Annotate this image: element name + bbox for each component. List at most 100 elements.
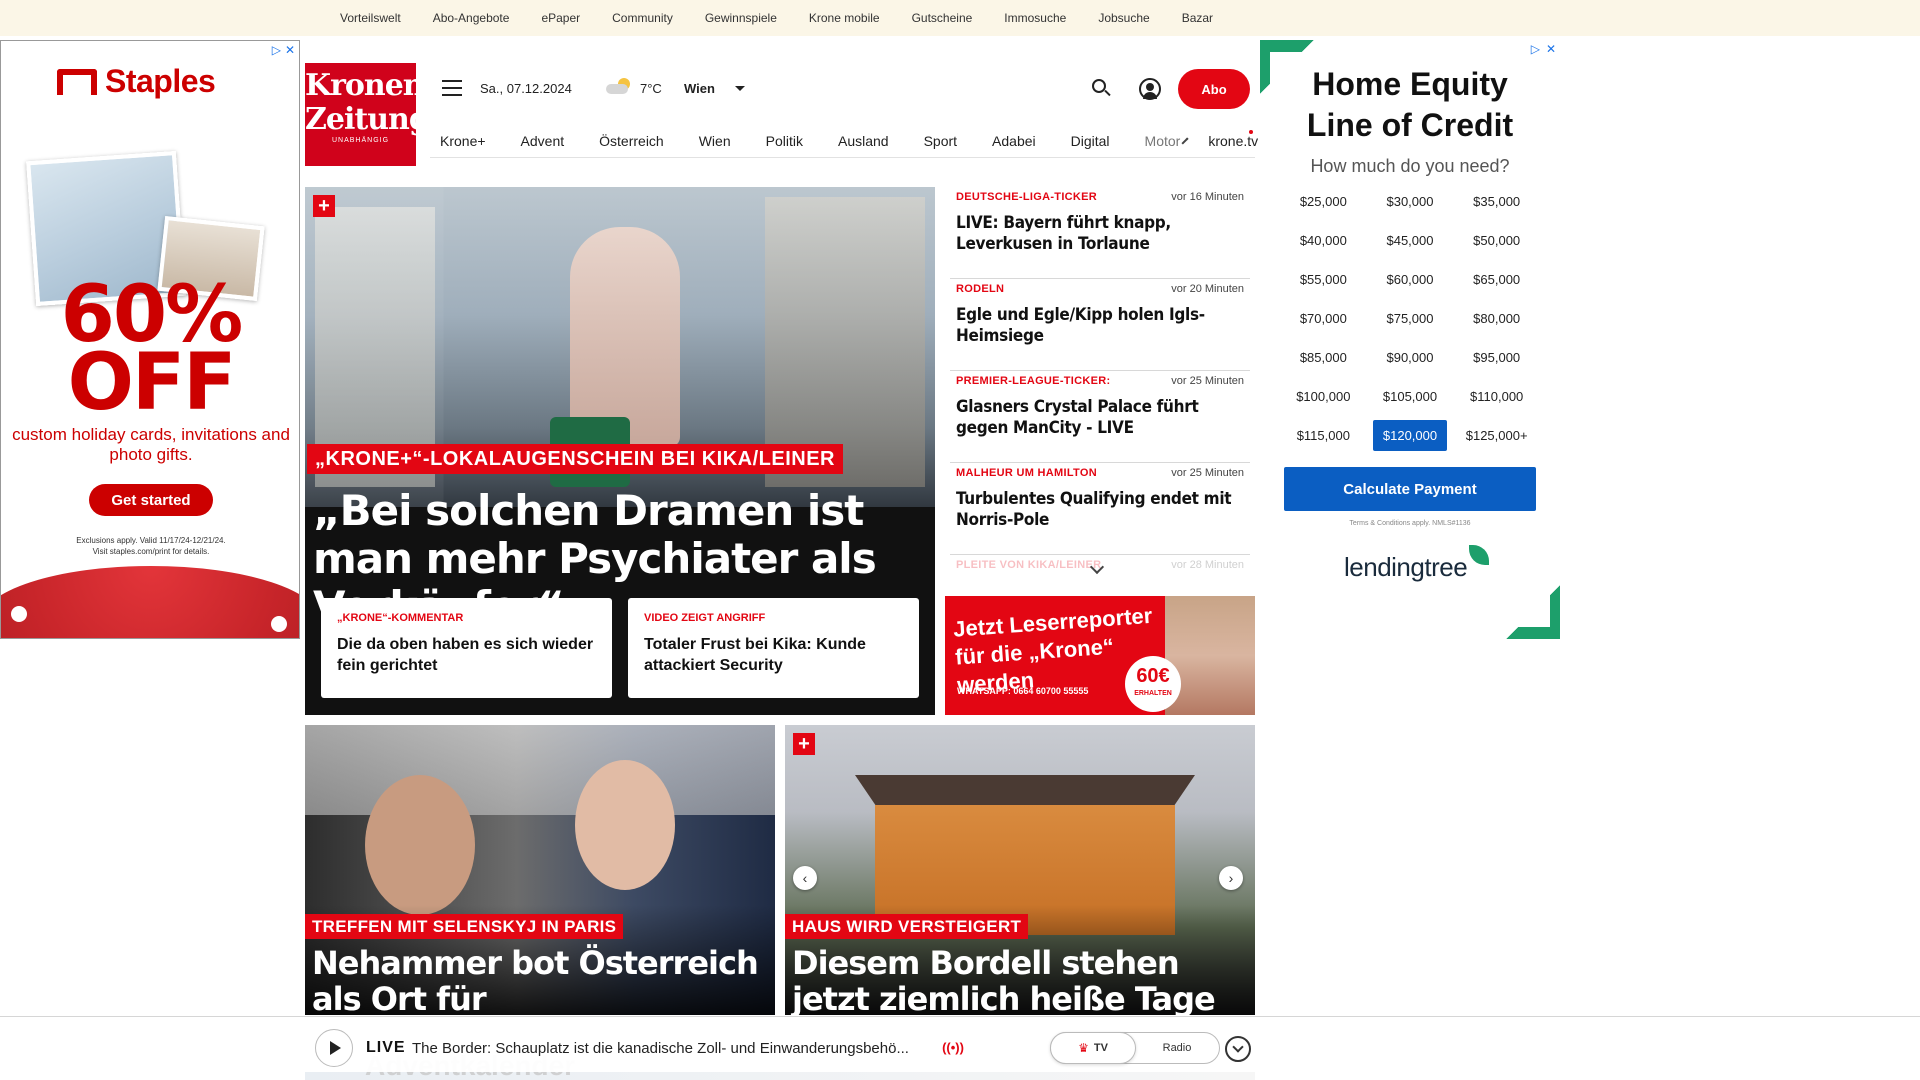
nav-item-ausland[interactable]: Ausland <box>838 133 889 149</box>
carousel-prev-icon[interactable]: ‹ <box>793 866 817 890</box>
ticker-time: vor 20 Minuten <box>1171 283 1244 295</box>
topbar-link-gutscheine[interactable]: Gutscheine <box>912 11 973 25</box>
amount-option[interactable]: $110,000 <box>1453 377 1540 416</box>
amount-option[interactable]: $120,000 <box>1367 416 1454 455</box>
topbar-link-abo-angebote[interactable]: Abo-Angebote <box>433 11 510 25</box>
staples-cta-button[interactable]: Get started <box>89 484 213 516</box>
nav-item-sport[interactable]: Sport <box>924 133 957 149</box>
article-kicker: HAUS WIRD VERSTEIGERT <box>785 914 1029 939</box>
logo-line-zeitung: Zeitung <box>305 102 430 137</box>
topbar-link-krone-mobile[interactable]: Krone mobile <box>809 11 880 25</box>
krone-logo[interactable]: Kronen Zeitung UNABHÄNGIG <box>305 63 430 166</box>
hero-story[interactable]: + „KRONE+“-LOKALAUGENSCHEIN BEI KIKA/LEI… <box>305 187 935 715</box>
amount-option-label: $115,000 <box>1296 428 1350 443</box>
krone-plus-badge: + <box>793 733 815 755</box>
user-account-icon[interactable] <box>1139 78 1161 100</box>
related-card-title: Totaler Frust bei Kika: Kunde attackiert… <box>644 636 866 674</box>
badge-amount: 60€ <box>1136 665 1170 687</box>
ad-info-icon[interactable]: ▷ <box>272 43 281 57</box>
nav-item-digital[interactable]: Digital <box>1071 133 1110 149</box>
amount-option[interactable]: $125,000+ <box>1453 416 1540 455</box>
search-icon[interactable] <box>1092 79 1112 99</box>
ticker-item[interactable]: MALHEUR UM HAMILTON vor 25 Minuten Turbu… <box>950 463 1250 555</box>
ticker-title: LIVE: Bayern führt knapp, Leverkusen in … <box>956 213 1171 254</box>
nav-item-motor[interactable]: Motor <box>1145 133 1181 149</box>
amount-option[interactable]: $40,000 <box>1280 221 1367 260</box>
tv-radio-toggle[interactable]: ♛ TV Radio <box>1050 1032 1220 1064</box>
topbar-link-gewinnspiele[interactable]: Gewinnspiele <box>705 11 777 25</box>
amount-option-label: $100,000 <box>1296 389 1351 404</box>
calculate-payment-button[interactable]: Calculate Payment <box>1284 467 1536 511</box>
top-utility-links: Vorteilswelt Abo-Angebote ePaper Communi… <box>340 0 1245 36</box>
leserreporter-banner[interactable]: Jetzt Leserreporter für die „Krone“ werd… <box>945 596 1255 715</box>
ad-close-icon[interactable]: ✕ <box>1546 42 1556 56</box>
live-program-title[interactable]: The Border: Schauplatz ist die kanadisch… <box>412 1040 942 1057</box>
toggle-tv[interactable]: ♛ TV <box>1050 1032 1136 1064</box>
nav-item-advent[interactable]: Advent <box>521 133 565 149</box>
ad-close-icon[interactable]: ✕ <box>285 43 295 57</box>
topbar-link-vorteilswelt[interactable]: Vorteilswelt <box>340 11 401 25</box>
hero-related-card[interactable]: VIDEO ZEIGT ANGRIFF Totaler Frust bei Ki… <box>628 598 919 698</box>
hero-kicker: „KRONE+“-LOKALAUGENSCHEIN BEI KIKA/LEINE… <box>307 444 843 474</box>
amount-option-label: $45,000 <box>1386 233 1434 248</box>
nav-item-wien[interactable]: Wien <box>699 133 731 149</box>
amount-option[interactable]: $35,000 <box>1453 182 1540 221</box>
amount-option[interactable]: $30,000 <box>1367 182 1454 221</box>
ad-headline-line-1: Home Equity <box>1312 66 1508 102</box>
amount-option[interactable]: $45,000 <box>1367 221 1454 260</box>
topbar-link-epaper[interactable]: ePaper <box>541 11 580 25</box>
amount-option[interactable]: $55,000 <box>1280 260 1367 299</box>
ad-headline-line-2: Line of Credit <box>1306 107 1514 143</box>
ticker-item[interactable]: PREMIER-LEAGUE-TICKER: vor 25 Minuten Gl… <box>950 371 1250 463</box>
nav-item-oesterreich[interactable]: Österreich <box>599 133 664 149</box>
player-expand-chevron-icon[interactable] <box>1225 1036 1251 1062</box>
nav-item-politik[interactable]: Politik <box>766 133 803 149</box>
nav-scroll-right-icon[interactable] <box>1181 136 1189 145</box>
amount-option[interactable]: $70,000 <box>1280 299 1367 338</box>
amount-option[interactable]: $115,000 <box>1280 416 1367 455</box>
amount-option[interactable]: $95,000 <box>1453 338 1540 377</box>
amount-option-label: $60,000 <box>1386 272 1434 287</box>
amount-option[interactable]: $80,000 <box>1453 299 1540 338</box>
nav-item-adabei[interactable]: Adabei <box>992 133 1036 149</box>
ticker-item[interactable]: DEUTSCHE-LIGA-TICKER vor 16 Minuten LIVE… <box>950 187 1250 279</box>
carousel-next-icon[interactable]: › <box>1219 866 1243 890</box>
top-utility-bar: Vorteilswelt Abo-Angebote ePaper Communi… <box>0 0 1920 36</box>
amount-option[interactable]: $25,000 <box>1280 182 1367 221</box>
topbar-link-jobsuche[interactable]: Jobsuche <box>1098 11 1149 25</box>
play-icon[interactable] <box>315 1029 353 1067</box>
amount-option-label: $25,000 <box>1299 194 1347 209</box>
abo-button[interactable]: Abo <box>1178 69 1250 109</box>
amount-option-label: $105,000 <box>1382 389 1438 404</box>
toggle-radio[interactable]: Radio <box>1135 1033 1219 1063</box>
topbar-link-immosuche[interactable]: Immosuche <box>1004 11 1066 25</box>
amount-option[interactable]: $60,000 <box>1367 260 1454 299</box>
lendingtree-ad[interactable]: ▷ ✕ Home Equity Line of Credit How much … <box>1260 40 1560 639</box>
amount-option[interactable]: $65,000 <box>1453 260 1540 299</box>
ticker-item[interactable]: RODELN vor 20 Minuten Egle und Egle/Kipp… <box>950 279 1250 371</box>
amount-option-label: $30,000 <box>1386 194 1434 209</box>
amount-option[interactable]: $75,000 <box>1367 299 1454 338</box>
staples-ad[interactable]: ▷ ✕ Staples 60% OFF custom holiday cards… <box>0 40 300 639</box>
amount-option[interactable]: $90,000 <box>1367 338 1454 377</box>
amount-option[interactable]: $105,000 <box>1367 377 1454 416</box>
ad-info-icon[interactable]: ▷ <box>1531 42 1540 56</box>
staples-fine-print: Exclusions apply. Valid 11/17/24-12/21/2… <box>1 535 299 557</box>
hamburger-menu-icon[interactable] <box>442 80 462 96</box>
amount-option-label: $35,000 <box>1473 194 1521 209</box>
hero-related-card[interactable]: „KRONE“-KOMMENTAR Die da oben haben es s… <box>321 598 612 698</box>
article-teaser[interactable]: TREFFEN MIT SELENSKYJ IN PARIS Nehammer … <box>305 725 775 1015</box>
city-selector[interactable]: Wien <box>684 81 715 96</box>
amount-option[interactable]: $85,000 <box>1280 338 1367 377</box>
amount-option[interactable]: $100,000 <box>1280 377 1367 416</box>
chevron-down-icon[interactable] <box>735 86 745 91</box>
ribbon-dot <box>271 616 287 632</box>
staples-ribbon-graphic <box>1 566 299 638</box>
nav-item-krone-plus[interactable]: Krone+ <box>440 133 486 149</box>
topbar-link-community[interactable]: Community <box>612 11 673 25</box>
article-teaser[interactable]: + ‹ › HAUS WIRD VERSTEIGERT Diesem Borde… <box>785 725 1255 1015</box>
topbar-link-bazar[interactable]: Bazar <box>1182 11 1213 25</box>
amount-option[interactable]: $50,000 <box>1453 221 1540 260</box>
crown-icon: ♛ <box>1078 1041 1089 1055</box>
nav-krone-tv-link[interactable]: krone.tv <box>1208 133 1258 149</box>
